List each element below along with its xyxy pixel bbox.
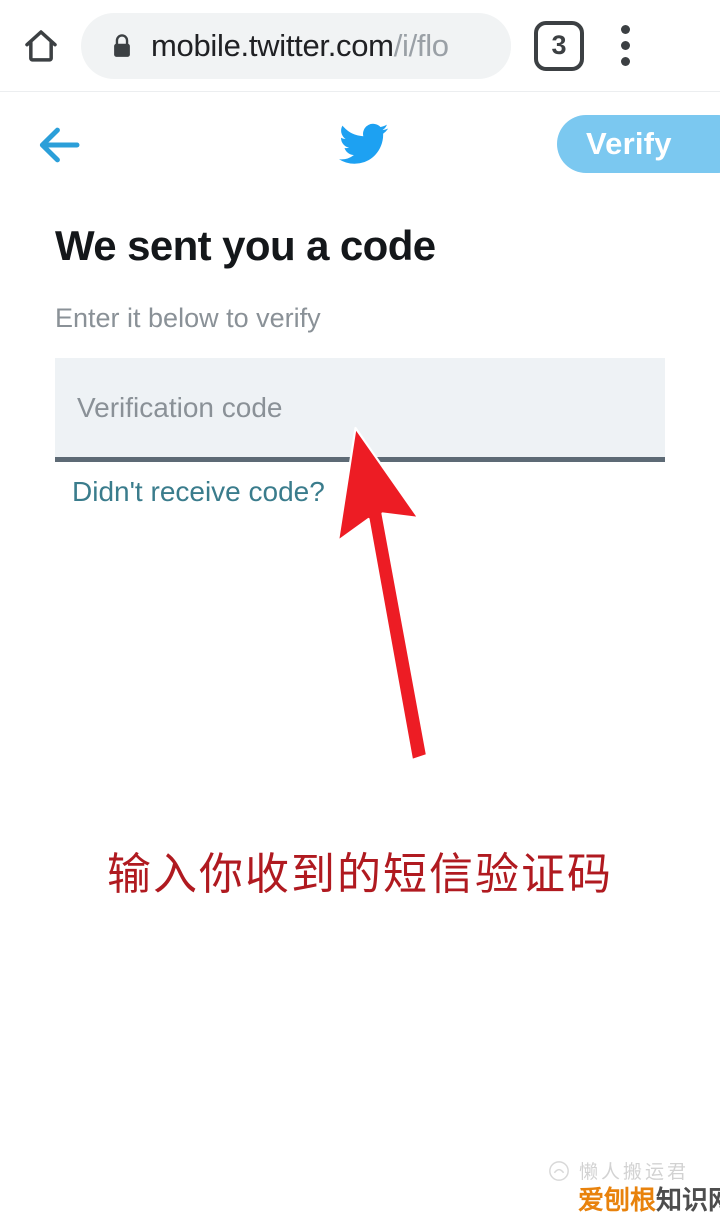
- three-dot-menu-icon-dot3: [620, 57, 630, 66]
- home-button[interactable]: [8, 13, 74, 79]
- lock-icon: [114, 33, 130, 57]
- back-arrow-icon[interactable]: [32, 118, 86, 172]
- address-bar-url: mobile.twitter.com/i/flo: [151, 28, 449, 64]
- red-up-arrow-annotation: [336, 426, 429, 762]
- watermark-bottom: 爱刨根知识网: [578, 1180, 720, 1217]
- tab-switcher-button[interactable]: 3: [534, 20, 584, 71]
- annotation-caption: 输入你收到的短信验证码: [107, 849, 613, 900]
- watermark-logo-icon: [549, 1160, 569, 1181]
- address-bar[interactable]: mobile.twitter.com/i/flo: [81, 12, 511, 79]
- browser-toolbar: mobile.twitter.com/i/flo 3: [0, 0, 720, 92]
- resend-code-link[interactable]: Didn't receive code?: [72, 476, 325, 508]
- home-icon: [25, 29, 57, 62]
- tab-count-label: 3: [551, 30, 567, 60]
- three-dot-menu-icon: [620, 25, 630, 34]
- url-domain: mobile.twitter.com: [151, 27, 394, 63]
- watermark-brand-orange: 爱刨根: [578, 1186, 657, 1216]
- page-title: We sent you a code: [55, 222, 436, 269]
- twitter-bird-icon: [339, 123, 389, 164]
- verify-button[interactable]: Verify: [557, 115, 720, 173]
- url-path: /i/flo: [393, 27, 449, 63]
- url-fade-mask: [477, 12, 511, 79]
- page-subtitle: Enter it below to verify: [55, 303, 321, 333]
- browser-menu-button[interactable]: [598, 13, 652, 79]
- watermark-brand-gray: 知识网: [656, 1186, 720, 1216]
- three-dot-menu-icon-dot2: [620, 41, 630, 50]
- verification-code-input[interactable]: [55, 358, 665, 462]
